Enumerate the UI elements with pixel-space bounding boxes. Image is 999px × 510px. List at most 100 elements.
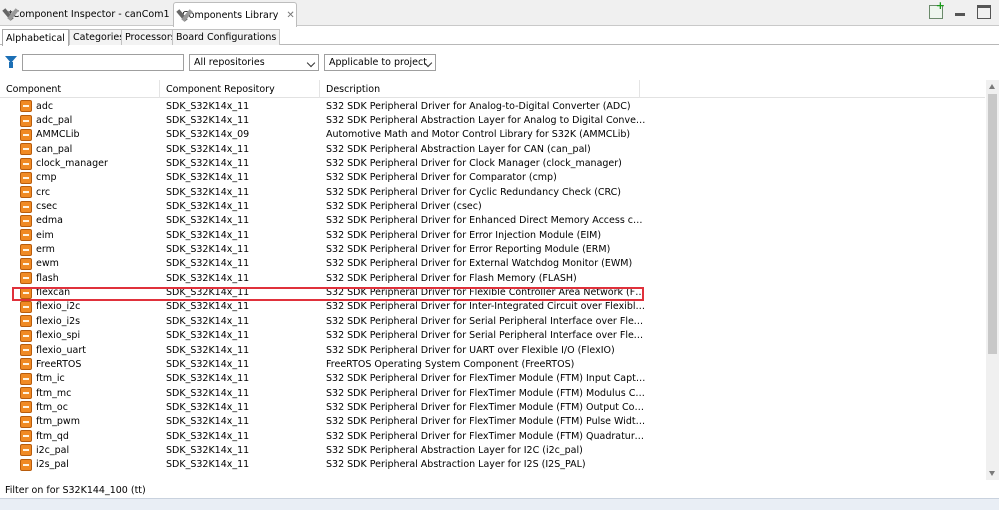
table-row[interactable]: adc SDK_S32K14x_11 S32 SDK Peripheral Driv…	[0, 99, 985, 113]
table-row[interactable]: ftm_oc SDK_S32K14x_11 S32 SDK Peripheral D…	[0, 400, 985, 414]
component-name: AMMCLib	[36, 129, 80, 141]
component-cell: flexio_i2c	[0, 300, 166, 313]
component-icon	[20, 114, 32, 127]
description-cell: S32 SDK Peripheral Driver for Comparator…	[326, 172, 557, 184]
repository-cell: SDK_S32K14x_11	[166, 186, 250, 198]
scroll-up-icon[interactable]	[989, 84, 995, 89]
component-name: edma	[36, 215, 63, 227]
table-row[interactable]: ftm_ic SDK_S32K14x_11 S32 SDK Peripheral D…	[0, 372, 985, 386]
tab-alphabetical[interactable]: Alphabetical	[2, 29, 69, 46]
table-body: adc SDK_S32K14x_11 S32 SDK Peripheral Driv…	[0, 99, 985, 472]
table-row[interactable]: flexio_spi SDK_S32K14x_11 S32 SDK Peripher…	[0, 329, 985, 343]
search-input[interactable]	[22, 54, 184, 71]
component-icon	[20, 430, 32, 443]
repositories-select[interactable]: All repositories	[189, 54, 319, 71]
chevron-down-icon	[306, 58, 316, 68]
description-cell: S32 SDK Peripheral Driver for Inter-Inte…	[326, 301, 646, 313]
component-icon	[20, 358, 32, 371]
vertical-scrollbar[interactable]	[986, 80, 999, 480]
table-row[interactable]: AMMCLib SDK_S32K14x_09 Automotive Math and…	[0, 128, 985, 142]
table-row[interactable]: edma SDK_S32K14x_11 S32 SDK Peripheral Dri…	[0, 214, 985, 228]
table-row[interactable]: eim SDK_S32K14x_11 S32 SDK Peripheral Driv…	[0, 228, 985, 242]
component-cell: edma	[0, 214, 166, 227]
description-cell: S32 SDK Peripheral Driver for FlexTimer …	[326, 430, 646, 442]
tab-component-inspector[interactable]: *Component Inspector - canCom1	[0, 2, 171, 26]
table-row[interactable]: ewm SDK_S32K14x_11 S32 SDK Peripheral Driv…	[0, 257, 985, 271]
repository-cell: SDK_S32K14x_11	[166, 100, 250, 112]
table-row[interactable]: flexio_i2c SDK_S32K14x_11 S32 SDK Peripher…	[0, 300, 985, 314]
description-cell: Automotive Math and Motor Control Librar…	[326, 129, 631, 141]
table-row[interactable]: flexio_uart SDK_S32K14x_11 S32 SDK Periphe…	[0, 343, 985, 357]
column-header-component[interactable]: Component	[0, 80, 160, 98]
tab-board-configurations[interactable]: Board Configurations	[172, 29, 281, 45]
component-cell: i2c_pal	[0, 444, 166, 457]
column-header-repository[interactable]: Component Repository	[160, 80, 320, 98]
description-cell: S32 SDK Peripheral Driver for Serial Per…	[326, 315, 646, 327]
applicability-select[interactable]: Applicable to project	[324, 54, 436, 71]
component-name: i2c_pal	[36, 444, 70, 456]
scroll-down-icon[interactable]	[989, 471, 995, 476]
table-row[interactable]: csec SDK_S32K14x_11 S32 SDK Peripheral Dri…	[0, 199, 985, 213]
description-cell: S32 SDK Peripheral Driver for FlexTimer …	[326, 387, 646, 399]
component-name: crc	[36, 186, 51, 198]
table-row[interactable]: erm SDK_S32K14x_11 S32 SDK Peripheral Driv…	[0, 242, 985, 256]
description-cell: S32 SDK Peripheral Driver for FlexTimer …	[326, 373, 646, 385]
component-cell: flexcan	[0, 286, 166, 299]
component-name: ftm_ic	[36, 373, 65, 385]
components-table: Component Component Repository Descripti…	[0, 80, 985, 480]
table-row[interactable]: flash SDK_S32K14x_11 S32 SDK Peripheral Dr…	[0, 271, 985, 285]
table-row[interactable]: i2s_pal SDK_S32K14x_11 S32 SDK Peripheral …	[0, 458, 985, 472]
component-icon	[20, 214, 32, 227]
table-row[interactable]: ftm_qd SDK_S32K14x_11 S32 SDK Peripheral D…	[0, 429, 985, 443]
table-row[interactable]: cmp SDK_S32K14x_11 S32 SDK Peripheral Driv…	[0, 171, 985, 185]
tab-processors[interactable]: Processors	[121, 29, 180, 45]
column-header-description[interactable]: Description	[320, 80, 640, 98]
tab-categories[interactable]: Categories	[69, 29, 129, 45]
table-row[interactable]: adc_pal SDK_S32K14x_11 S32 SDK Peripheral …	[0, 113, 985, 127]
table-row[interactable]: i2c_pal SDK_S32K14x_11 S32 SDK Peripheral …	[0, 443, 985, 457]
maximize-icon[interactable]	[977, 5, 991, 19]
component-icon	[20, 315, 32, 328]
table-row[interactable]: flexcan SDK_S32K14x_11 S32 SDK Peripheral …	[0, 285, 985, 299]
repository-cell: SDK_S32K14x_11	[166, 287, 250, 299]
component-icon	[20, 300, 32, 313]
repository-cell: SDK_S32K14x_11	[166, 229, 250, 241]
component-icon	[20, 372, 32, 385]
table-row[interactable]: clock_manager SDK_S32K14x_11 S32 SDK Perip…	[0, 156, 985, 170]
component-cell: clock_manager	[0, 157, 166, 170]
component-cell: ewm	[0, 257, 166, 270]
component-name: eim	[36, 229, 54, 241]
scrollbar-thumb[interactable]	[988, 94, 997, 354]
description-cell: S32 SDK Peripheral Driver for Error Inje…	[326, 229, 602, 241]
component-name: flexio_i2c	[36, 301, 81, 313]
component-icon	[20, 444, 32, 457]
applicability-select-value: Applicable to project	[329, 57, 427, 68]
tab-components-library[interactable]: Components Library ✕	[173, 2, 297, 27]
component-icon	[20, 229, 32, 242]
component-name: FreeRTOS	[36, 358, 82, 370]
component-cell: ftm_mc	[0, 387, 166, 400]
component-icon	[20, 128, 32, 141]
table-row[interactable]: can_pal SDK_S32K14x_11 S32 SDK Peripheral …	[0, 142, 985, 156]
table-row[interactable]: flexio_i2s SDK_S32K14x_11 S32 SDK Peripher…	[0, 314, 985, 328]
description-cell: S32 SDK Peripheral Driver for Flexible C…	[326, 287, 646, 299]
table-row[interactable]: crc SDK_S32K14x_11 S32 SDK Peripheral Driv…	[0, 185, 985, 199]
repository-cell: SDK_S32K14x_11	[166, 387, 250, 399]
repository-cell: SDK_S32K14x_11	[166, 143, 250, 155]
minimize-icon[interactable]	[953, 5, 967, 19]
component-cell: ftm_qd	[0, 430, 166, 443]
close-icon[interactable]: ✕	[286, 10, 294, 21]
table-row[interactable]: ftm_mc SDK_S32K14x_11 S32 SDK Peripheral D…	[0, 386, 985, 400]
description-cell: S32 SDK Peripheral Driver for Clock Mana…	[326, 158, 622, 170]
component-icon	[20, 157, 32, 170]
component-name: can_pal	[36, 143, 73, 155]
repository-cell: SDK_S32K14x_11	[166, 416, 250, 428]
component-cell: AMMCLib	[0, 128, 166, 141]
table-row[interactable]: ftm_pwm SDK_S32K14x_11 S32 SDK Peripheral …	[0, 415, 985, 429]
component-cell: flash	[0, 272, 166, 285]
component-name: adc	[36, 100, 54, 112]
repository-cell: SDK_S32K14x_11	[166, 358, 250, 370]
table-row[interactable]: FreeRTOS SDK_S32K14x_11 FreeRTOS Operating…	[0, 357, 985, 371]
new-view-icon[interactable]	[929, 0, 945, 19]
description-cell: S32 SDK Peripheral Driver for External W…	[326, 258, 633, 270]
